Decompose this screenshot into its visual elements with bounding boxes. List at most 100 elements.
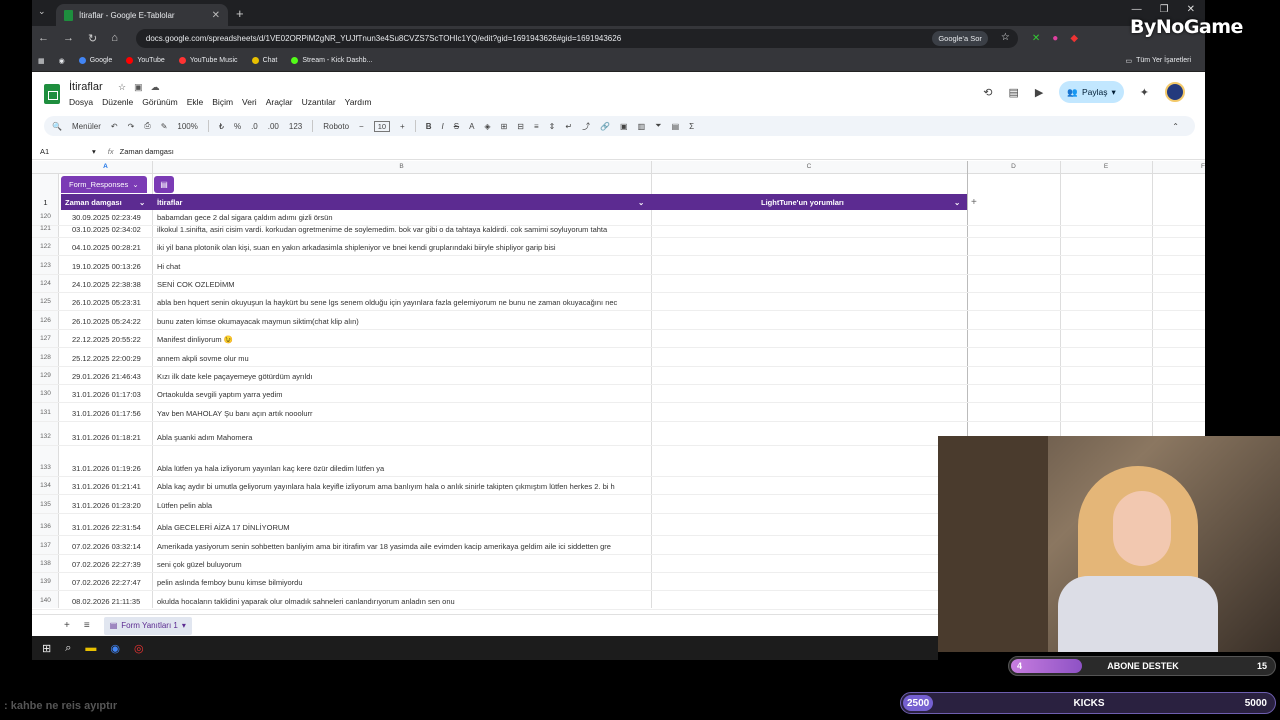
chrome-icon[interactable]: ◉ [59,57,65,65]
row-number[interactable]: 134 [32,482,59,489]
table-row[interactable]: 130 31.01.2026 01:17:03 Ortaokulda sevgili… [32,385,1205,403]
taskbar-search-icon[interactable]: ⌕ [65,642,71,655]
reload-icon[interactable]: ↻ [88,32,97,45]
filter-icon[interactable]: ⏷ [655,121,661,131]
browser-tab[interactable]: İtiraflar - Google E-Tablolar ✕ [56,4,228,26]
tab-search-icon[interactable]: ⌄ [38,6,46,17]
timestamp-cell[interactable]: 31.01.2026 01:17:03 [72,390,141,399]
timestamp-cell[interactable]: 31.01.2026 01:18:21 [72,433,141,442]
font-size-increase[interactable]: + [400,122,405,131]
rotate-icon[interactable]: ⤴ [582,121,590,132]
row-number[interactable]: 126 [32,317,59,324]
column-header-c[interactable]: C [651,163,967,170]
menu-insert[interactable]: Ekle [187,97,204,107]
table-row[interactable]: 125 26.10.2025 05:23:31 abla ben hquert se… [32,293,1205,311]
text-color-icon[interactable]: A [469,122,474,131]
row-number[interactable]: 120 [32,213,59,220]
timestamp-cell[interactable]: 19.10.2025 00:13:26 [72,262,141,271]
timestamp-cell[interactable]: 22.12.2025 20:55:22 [72,335,141,344]
decimal-increase-icon[interactable]: .00 [268,122,279,131]
bold-icon[interactable]: B [426,122,432,131]
timestamp-cell[interactable]: 26.10.2025 05:23:31 [72,298,141,307]
menu-format[interactable]: Biçim [212,97,233,107]
column-header-a[interactable]: A [59,163,152,170]
confession-cell[interactable]: Yav ben MAHOLAY Şu banı açın artık noool… [157,409,651,418]
confession-cell[interactable]: iki yil bana plotonik olan kişi, suan en… [157,243,651,252]
confession-cell[interactable]: Kızı ilk date kele paçayemeye götürdüm a… [157,372,651,381]
timestamp-cell[interactable]: 31.01.2026 22:31:54 [72,523,141,532]
menu-file[interactable]: Dosya [69,97,93,107]
bookmark-star-icon[interactable]: ☆ [1001,32,1010,43]
menu-edit[interactable]: Düzenle [102,97,133,107]
font-size-input[interactable]: 10 [373,120,391,132]
row-number[interactable]: 124 [32,280,59,287]
row-number[interactable]: 137 [32,542,59,549]
confession-cell[interactable]: Lütfen pelin abla [157,501,651,510]
fill-color-icon[interactable]: ◈ [484,122,490,131]
all-bookmarks[interactable]: ▭ Tüm Yer İşaretleri [1126,57,1191,65]
row-number[interactable]: 135 [32,501,59,508]
timestamp-cell[interactable]: 31.01.2026 01:19:26 [72,464,141,473]
timestamp-cell[interactable]: 04.10.2025 00:28:21 [72,243,141,252]
print-icon[interactable]: ⎙ [144,121,150,131]
forward-icon[interactable]: → [63,32,74,44]
menu-help[interactable]: Yardım [345,97,372,107]
chevron-down-icon[interactable]: ▾ [182,621,186,630]
collapse-icon[interactable]: ⌃ [1172,122,1179,131]
sheets-logo-icon[interactable] [44,84,60,104]
meet-icon[interactable]: ▶ [1035,86,1043,99]
row-number[interactable]: 140 [32,597,59,604]
table-row[interactable]: 123 19.10.2025 00:13:26 Hi chat [32,257,1205,275]
table-row[interactable]: 128 25.12.2025 22:00:29 annem akpli sovme … [32,349,1205,367]
avatar[interactable] [1165,82,1185,102]
menu-view[interactable]: Görünüm [142,97,177,107]
add-column-icon[interactable]: + [971,197,977,208]
chart-icon[interactable]: ▥ [638,122,646,131]
comments-icon[interactable]: ▤ [1009,86,1019,99]
merge-icon[interactable]: ⊟ [517,122,524,131]
lens-button[interactable]: Google'a Sor [932,30,988,46]
table-row[interactable]: 131 31.01.2026 01:17:56 Yav ben MAHOLAY Şu… [32,404,1205,422]
font-select[interactable]: Roboto [323,122,349,131]
timestamp-cell[interactable]: 07.02.2026 22:27:39 [72,560,141,569]
row-number[interactable]: 125 [32,298,59,305]
formula-input[interactable]: Zaman damgası [120,147,174,156]
row-number[interactable]: 122 [32,243,59,250]
row-number[interactable]: 138 [32,560,59,567]
column-header-f[interactable]: F [1152,163,1205,170]
percent-icon[interactable]: % [234,122,241,131]
timestamp-cell[interactable]: 29.01.2026 21:46:43 [72,372,141,381]
confession-cell[interactable]: Ortaokulda sevgili yaptım yarra yedim [157,390,651,399]
timestamp-cell[interactable]: 07.02.2026 22:27:47 [72,578,141,587]
row-number[interactable]: 129 [32,372,59,379]
bookmark-google[interactable]: Google [78,57,112,64]
timestamp-cell[interactable]: 08.02.2026 21:11:35 [72,597,140,606]
add-sheet-icon[interactable]: + [64,620,70,631]
confession-cell[interactable]: Hi chat [157,262,651,271]
chevron-down-icon[interactable]: ⌄ [139,198,145,207]
star-icon[interactable]: ☆ [118,82,126,93]
row-number[interactable]: 128 [32,354,59,361]
number-format-icon[interactable]: 123 [289,122,302,131]
comment-icon[interactable]: ▣ [620,122,628,131]
menu-tools[interactable]: Araçlar [266,97,293,107]
confession-cell[interactable]: annem akpli sovme olur mu [157,354,651,363]
bookmark-youtube[interactable]: YouTube [126,57,165,64]
chevron-down-icon[interactable]: ⌄ [132,180,138,189]
history-icon[interactable]: ⟲ [983,86,992,99]
chevron-down-icon[interactable]: ⌄ [638,198,644,207]
confession-cell[interactable]: Abla GECELERİ AİZA 17 DİNLİYORUM [157,523,651,532]
file-explorer-icon[interactable]: ▬ [85,642,96,654]
row-number[interactable]: 123 [32,262,59,269]
timestamp-cell[interactable]: 31.01.2026 01:21:41 [72,482,141,491]
align-icon[interactable]: ≡ [534,122,539,131]
timestamp-cell[interactable]: 25.12.2025 22:00:29 [72,354,141,363]
table-row[interactable]: 127 22.12.2025 20:55:22 Manifest dinliyoru… [32,330,1205,348]
row-number[interactable]: 130 [32,390,59,397]
extension-icon[interactable]: ● [1052,33,1058,44]
table-name-chip[interactable]: Form_Responses ⌄ [61,176,147,193]
header-comments[interactable]: LightTune'un yorumları [761,198,844,207]
timestamp-cell[interactable]: 26.10.2025 05:24:22 [72,317,141,326]
italic-icon[interactable]: I [442,122,444,131]
sheet-tab[interactable]: ▤ Form Yanıtları 1 ▾ [103,616,192,635]
